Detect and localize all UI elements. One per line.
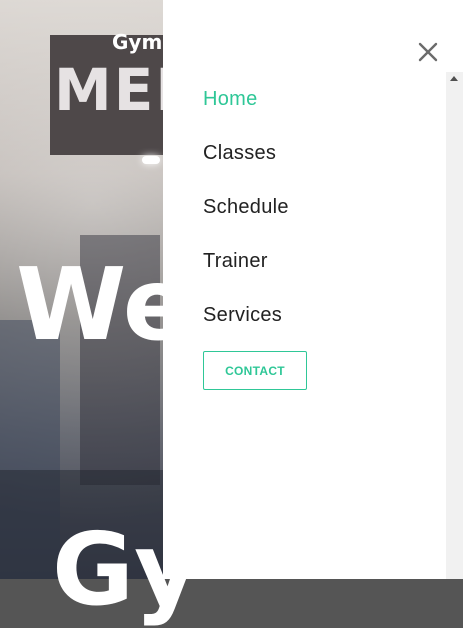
close-icon [418, 42, 438, 62]
menu-link-services[interactable]: Services [203, 300, 282, 330]
menu-link-classes[interactable]: Classes [203, 138, 276, 168]
scroll-up-arrow[interactable] [450, 76, 458, 81]
drawer-menu: Home Classes Schedule Trainer Services [203, 84, 289, 354]
menu-item-schedule: Schedule [203, 192, 289, 246]
close-menu-button[interactable] [414, 38, 442, 66]
menu-item-services: Services [203, 300, 289, 354]
menu-item-trainer: Trainer [203, 246, 289, 300]
menu-link-trainer[interactable]: Trainer [203, 246, 268, 276]
drawer-scrollbar[interactable] [446, 72, 463, 579]
menu-item-home: Home [203, 84, 289, 138]
menu-item-classes: Classes [203, 138, 289, 192]
ceiling-light [142, 156, 160, 164]
menu-link-home[interactable]: Home [203, 84, 258, 114]
menu-link-schedule[interactable]: Schedule [203, 192, 289, 222]
contact-button[interactable]: CONTACT [203, 351, 307, 390]
